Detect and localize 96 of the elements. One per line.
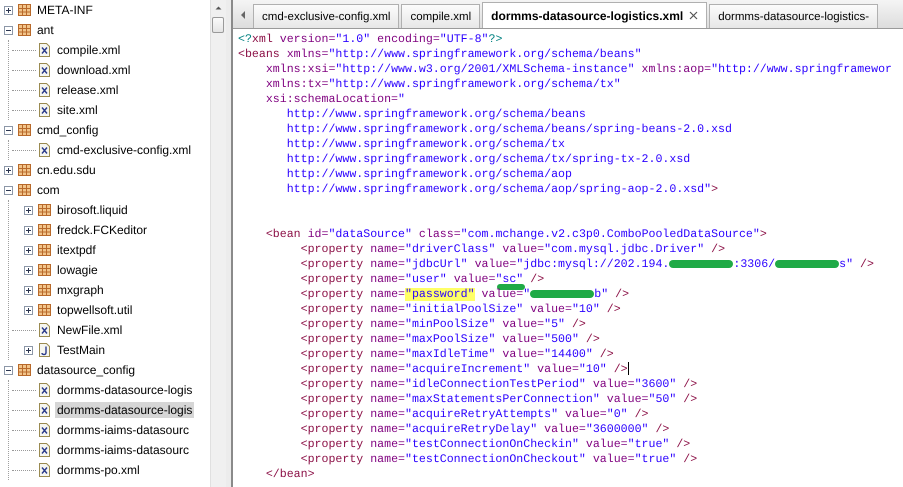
file-icon [38, 463, 51, 477]
package-icon [18, 363, 31, 377]
code-line: http://www.springframework.org/schema/tx/spring-tx-2.0.xsd [286, 152, 692, 167]
code-line: http://www.springframework.org/schema/beans [286, 107, 587, 122]
tree-item[interactable]: topwellsoft.util [55, 302, 134, 318]
package-icon [18, 183, 31, 197]
tree-item[interactable]: birosoft.liquid [55, 202, 130, 218]
tree-item[interactable]: cn.edu.sdu [35, 162, 98, 178]
code-line: <beans xmlns="http://www.springframework.org/schema/beans" [238, 47, 643, 62]
code-line: <property name="testConnectionOnCheckin" value="true" /> [300, 437, 692, 452]
tree-item[interactable]: dormms-datasource-logis [55, 402, 194, 418]
tree-item[interactable]: download.xml [55, 62, 132, 78]
tree-item[interactable]: TestMain [55, 342, 108, 358]
tree-item[interactable]: ant [35, 22, 56, 38]
file-icon [38, 383, 51, 397]
expand-toggle[interactable] [4, 166, 12, 174]
collapse-toggle[interactable] [4, 366, 12, 374]
file-icon [38, 343, 51, 357]
editor-tab[interactable]: cmd-exclusive-config.xml [253, 4, 400, 28]
tree-item[interactable]: META-INF [35, 2, 95, 18]
package-icon [18, 123, 31, 137]
expand-toggle[interactable] [24, 306, 32, 314]
expand-toggle[interactable] [24, 246, 32, 254]
editor-tab[interactable]: dormms-datasource-logistics- [709, 4, 878, 28]
package-icon [38, 283, 51, 297]
file-icon [38, 103, 51, 117]
tree-item[interactable]: fredck.FCKeditor [55, 222, 150, 238]
expand-toggle[interactable] [24, 286, 32, 294]
code-line: </bean> [264, 467, 316, 482]
code-line: xmlns:xsi="http://www.w3.org/2001/XMLSchema-instance" xmlns:aop="http://www.springframewor [264, 62, 894, 77]
code-line: <property name="initialPoolSize" value="10" /> [300, 302, 622, 317]
file-icon [38, 83, 51, 97]
expand-toggle[interactable] [24, 346, 32, 354]
code-line: <property name="idleConnectionTestPeriod" value="3600" /> [300, 377, 698, 392]
code-line: http://www.springframework.org/schema/aop/spring-aop-2.0.xsd"> [286, 182, 720, 197]
code-line: <property name="password" value=" b" /> [300, 287, 630, 302]
file-icon [38, 403, 51, 417]
expand-toggle[interactable] [4, 6, 12, 14]
code-line: http://www.springframework.org/schema/beans/spring-beans-2.0.xsd [286, 122, 733, 137]
code-line: <bean id="dataSource" class="com.mchange.v2.c3p0.ComboPooledDataSource"> [264, 227, 768, 242]
tree-item[interactable]: com [35, 182, 62, 198]
tree-item[interactable]: release.xml [55, 82, 120, 98]
package-icon [38, 243, 51, 257]
package-icon [38, 303, 51, 317]
package-icon [38, 223, 51, 237]
expand-toggle[interactable] [24, 266, 32, 274]
editor-tab[interactable]: dormms-datasource-logistics.xml [482, 2, 708, 28]
tree-item[interactable]: dormms-po.xml [55, 462, 142, 478]
tree-item[interactable]: site.xml [55, 102, 100, 118]
collapse-toggle[interactable] [4, 126, 12, 134]
scrollbar-thumb[interactable] [212, 17, 224, 33]
package-icon [18, 3, 31, 17]
code-line: <property name="maxPoolSize" value="500" /> [300, 332, 601, 347]
code-line: <property name="maxStatementsPerConnection" value="50" /> [300, 392, 698, 407]
close-icon[interactable] [689, 11, 698, 20]
file-icon [38, 43, 51, 57]
file-icon [38, 323, 51, 337]
collapse-toggle[interactable] [4, 26, 12, 34]
package-icon [18, 23, 31, 37]
tree-item[interactable]: dormms-datasource-logis [55, 382, 194, 398]
file-icon [38, 63, 51, 77]
tree-item[interactable]: cmd-exclusive-config.xml [55, 142, 194, 158]
tree-item[interactable]: compile.xml [55, 42, 122, 58]
code-line: xsi:schemaLocation=" [264, 92, 406, 107]
code-line: <property name="user" value="sc" /> [238, 272, 903, 287]
code-line: <property name="testConnectionOnCheckout" value="true" /> [300, 452, 698, 467]
code-line: <property name="jdbcUrl" value="jdbc:mysql://202.194. :3306/ s" /> [300, 257, 875, 272]
tree-item[interactable]: dormms-iaims-datasourc [55, 442, 192, 458]
tree-item[interactable]: cmd_config [35, 122, 100, 138]
pane-splitter[interactable] [226, 0, 233, 487]
package-icon [38, 263, 51, 277]
code-line: <property name="acquireIncrement" value="10" /> [300, 362, 630, 377]
expand-toggle[interactable] [24, 206, 32, 214]
code-line: <property name="maxIdleTime" value="14400" /> [300, 347, 615, 362]
file-icon [38, 423, 51, 437]
code-line: http://www.springframework.org/schema/tx [286, 137, 566, 152]
code-line: <property name="acquireRetryDelay" value="3600000" /> [300, 422, 670, 437]
collapse-toggle[interactable] [4, 186, 12, 194]
tree-item[interactable]: dormms-iaims-datasourc [55, 422, 192, 438]
expand-toggle[interactable] [24, 226, 32, 234]
tree-item[interactable]: datasource_config [35, 362, 138, 378]
code-line: <property name="minPoolSize" value="5" /> [300, 317, 587, 332]
code-line: <property name="driverClass" value="com.mysql.jdbc.Driver" /> [300, 242, 726, 257]
package-icon [18, 163, 31, 177]
code-line: <property name="acquireRetryAttempts" value="0" /> [300, 407, 650, 422]
code-line: http://www.springframework.org/schema/aop [286, 167, 573, 182]
tree-item[interactable]: lowagie [55, 262, 100, 278]
tree-item[interactable]: mxgraph [55, 282, 106, 298]
file-icon [38, 443, 51, 457]
code-line: xmlns:tx="http://www.springframework.org/schema/tx" [264, 77, 622, 92]
package-icon [38, 203, 51, 217]
code-line: <?xml version="1.0" encoding="UTF-8"?> [238, 32, 504, 47]
tree-item[interactable]: itextpdf [55, 242, 98, 258]
tree-item[interactable]: NewFile.xml [55, 322, 124, 338]
editor-tab[interactable]: compile.xml [401, 4, 480, 28]
file-icon [38, 143, 51, 157]
